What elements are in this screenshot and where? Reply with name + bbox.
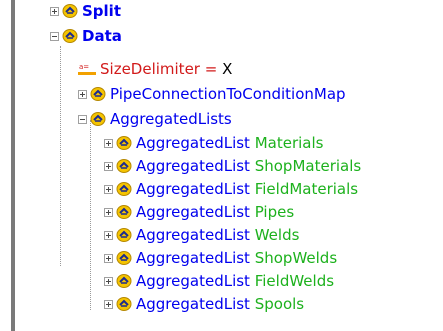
node-label: AggregatedLists xyxy=(110,110,232,128)
element-node-icon xyxy=(90,87,106,101)
tree-node-aggregated-list[interactable]: AggregatedList ShopWelds xyxy=(104,247,337,269)
collapse-icon[interactable] xyxy=(78,114,87,124)
node-type-label: AggregatedList xyxy=(136,226,250,244)
element-node-icon xyxy=(62,29,78,43)
node-name-label: FieldWelds xyxy=(254,272,335,290)
node-label: Split xyxy=(82,2,121,20)
element-node-icon xyxy=(116,274,132,288)
tree-node-aggregated-list[interactable]: AggregatedList Welds xyxy=(104,224,299,246)
node-label: PipeConnectionToConditionMap xyxy=(110,85,346,103)
element-node-icon xyxy=(116,182,132,196)
element-node-icon xyxy=(62,4,78,18)
tree-node-size-delimiter[interactable]: a= SizeDelimiter = X xyxy=(78,58,232,80)
tree-node-split[interactable]: Split xyxy=(50,0,121,22)
tree-node-aggregated-list[interactable]: AggregatedList Spools xyxy=(104,293,304,315)
node-label: Data xyxy=(82,27,122,45)
node-type-label: AggregatedList xyxy=(136,157,250,175)
tree-node-aggregated-lists[interactable]: AggregatedLists xyxy=(78,108,232,130)
element-node-icon xyxy=(116,205,132,219)
expand-icon[interactable] xyxy=(104,299,113,309)
attribute-name: SizeDelimiter xyxy=(100,60,200,78)
svg-text:a=: a= xyxy=(79,63,89,71)
node-name-label: Welds xyxy=(254,226,300,244)
tree-node-aggregated-list[interactable]: AggregatedList Pipes xyxy=(104,201,294,223)
node-type-label: AggregatedList xyxy=(136,203,250,221)
expand-icon[interactable] xyxy=(50,6,59,16)
tree-node-aggregated-list[interactable]: AggregatedList ShopMaterials xyxy=(104,155,361,177)
node-type-label: AggregatedList xyxy=(136,249,250,267)
node-type-label: AggregatedList xyxy=(136,272,250,290)
expand-icon[interactable] xyxy=(104,184,113,194)
element-node-icon xyxy=(116,228,132,242)
attribute-equals: = xyxy=(199,60,223,78)
tree-node-pipe-connection-map[interactable]: PipeConnectionToConditionMap xyxy=(78,83,346,105)
element-node-icon xyxy=(116,251,132,265)
node-type-label: AggregatedList xyxy=(136,180,250,198)
element-node-icon xyxy=(90,112,106,126)
attribute-value: X xyxy=(222,60,233,78)
expand-icon[interactable] xyxy=(104,230,113,240)
tree-node-data[interactable]: Data xyxy=(50,25,122,47)
expand-icon[interactable] xyxy=(104,253,113,263)
tree-node-aggregated-list[interactable]: AggregatedList FieldMaterials xyxy=(104,178,358,200)
tree-node-aggregated-list[interactable]: AggregatedList Materials xyxy=(104,132,323,154)
tree-node-aggregated-list[interactable]: AggregatedList FieldWelds xyxy=(104,270,334,292)
node-name-label: ShopMaterials xyxy=(254,157,362,175)
expand-icon[interactable] xyxy=(104,161,113,171)
element-node-icon xyxy=(116,297,132,311)
expand-icon[interactable] xyxy=(78,89,87,99)
node-name-label: Pipes xyxy=(254,203,295,221)
node-name-label: ShopWelds xyxy=(254,249,338,267)
node-name-label: FieldMaterials xyxy=(254,180,359,198)
expand-icon[interactable] xyxy=(104,276,113,286)
node-type-label: AggregatedList xyxy=(136,295,250,313)
tree-guide-line xyxy=(60,46,62,266)
node-type-label: AggregatedList xyxy=(136,134,250,152)
collapse-icon[interactable] xyxy=(50,31,59,41)
element-node-icon xyxy=(116,159,132,173)
expand-icon[interactable] xyxy=(104,138,113,148)
attribute-icon: a= xyxy=(78,63,96,75)
node-name-label: Materials xyxy=(254,134,324,152)
tree-guide-line xyxy=(90,120,92,310)
node-name-label: Spools xyxy=(254,295,305,313)
element-node-icon xyxy=(116,136,132,150)
expand-icon[interactable] xyxy=(104,207,113,217)
tree-view: Split Data a= SizeDelimiter = X PipeConn… xyxy=(0,0,443,331)
